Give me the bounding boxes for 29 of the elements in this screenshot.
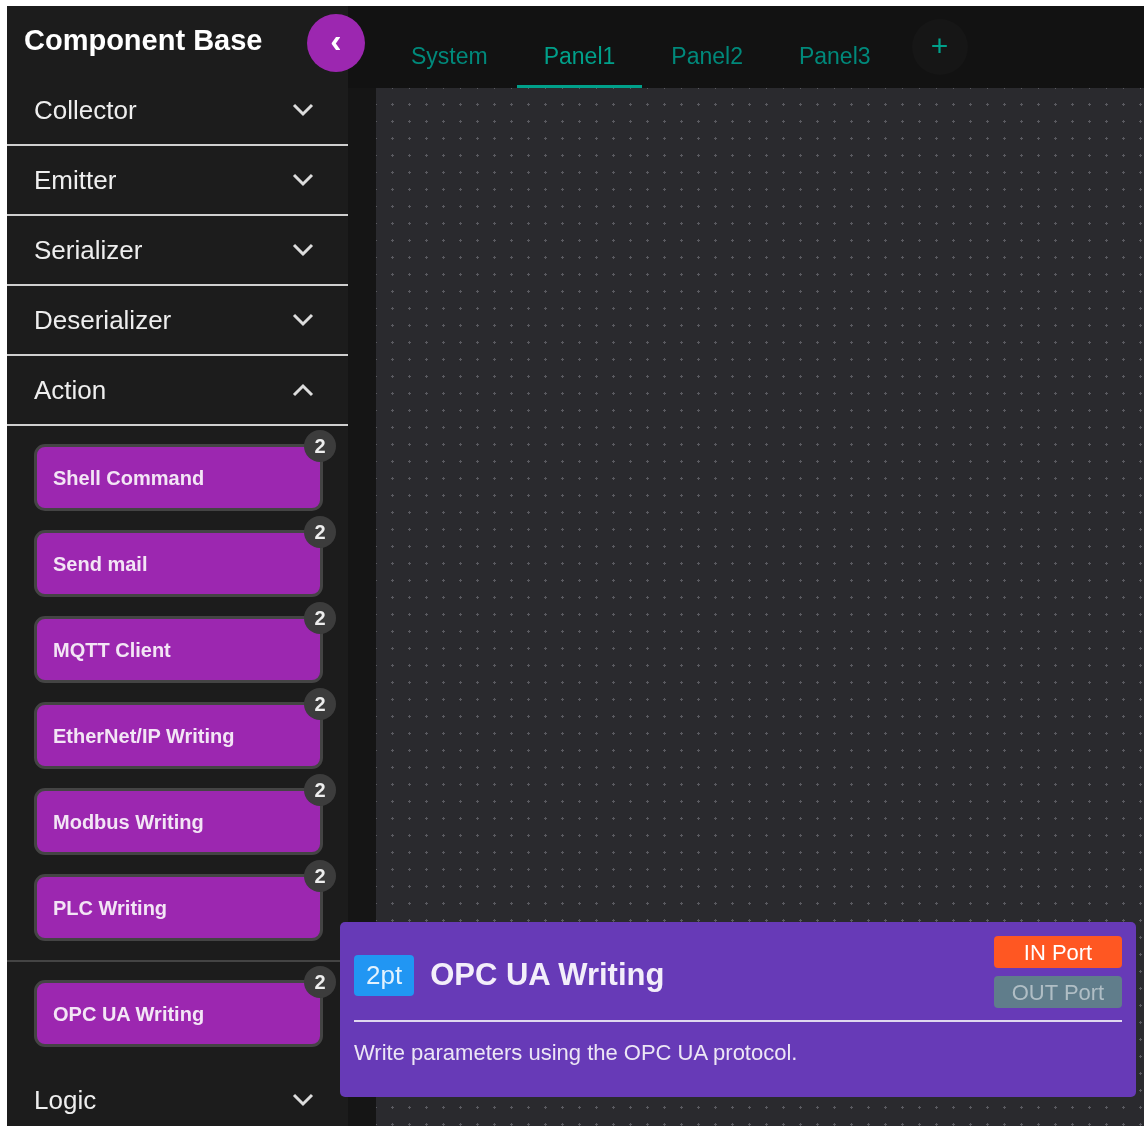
count-badge: 2 (304, 430, 336, 462)
chevron-down-icon (292, 313, 314, 327)
port-label: IN Port (994, 936, 1122, 968)
section-header[interactable]: Action (7, 356, 348, 426)
chevron-down-icon (292, 103, 314, 117)
chevron-down-icon (292, 173, 314, 187)
section-header[interactable]: Serializer (7, 216, 348, 286)
section-header[interactable]: Collector (7, 76, 348, 146)
popup-title: OPC UA Writing (430, 956, 665, 994)
count-badge: 2 (304, 688, 336, 720)
count-badge: 2 (304, 860, 336, 892)
section-header[interactable]: Deserializer (7, 286, 348, 356)
tab[interactable]: Panel2 (644, 38, 770, 88)
tab[interactable]: System (384, 38, 515, 88)
tab[interactable]: Panel3 (771, 38, 898, 88)
count-badge: 2 (304, 602, 336, 634)
tag-badge: 2pt (354, 954, 415, 996)
sidebar-title: Component Base (24, 23, 263, 59)
chevron-down-icon (292, 243, 314, 257)
count-badge: 2 (304, 516, 336, 548)
chevron-up-icon (292, 383, 314, 397)
count-badge: 2 (304, 966, 336, 998)
count-badge: 2 (304, 774, 336, 806)
add-tab-button[interactable]: + (911, 19, 968, 75)
port-label: OUT Port (994, 976, 1122, 1008)
popup-description: Write parameters using the OPC UA protocol. (354, 1039, 799, 1067)
section-header[interactable]: Emitter (7, 146, 348, 216)
chevron-down-icon (292, 1093, 314, 1107)
collapse-button[interactable]: ‹ (307, 14, 365, 72)
